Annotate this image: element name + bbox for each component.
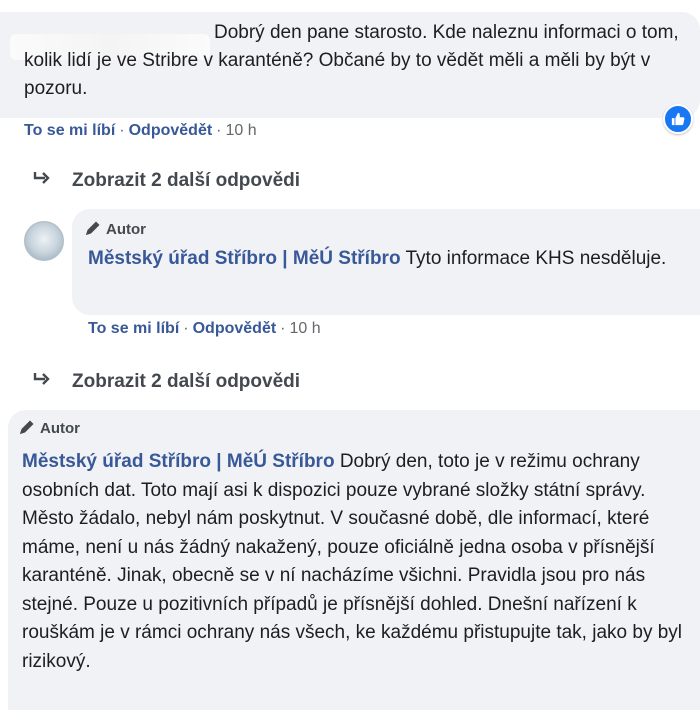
reply-bubble: Autor Městský úřad Stříbro | MěÚ Stříbro…: [72, 209, 700, 315]
pencil-icon: [86, 221, 100, 235]
reply-arrow-icon: [32, 170, 58, 192]
reply-text: Městský úřad Stříbro | MěÚ Stříbro Dobrý…: [22, 448, 690, 676]
reply-text: Městský úřad Stříbro | MěÚ Stříbro Tyto …: [88, 245, 688, 273]
author-name[interactable]: Městský úřad Stříbro | MěÚ Stříbro: [22, 451, 335, 472]
view-more-replies-label[interactable]: Zobrazit 2 další odpovědi: [72, 371, 300, 392]
avatar[interactable]: [24, 221, 64, 261]
view-more-replies[interactable]: Zobrazit 2 další odpovědi: [32, 371, 300, 393]
comment-bubble: Dobrý den pane starosto. Kde naleznu inf…: [0, 12, 700, 118]
reply-actions: To se mi líbí · Odpovědět · 10 h: [88, 320, 321, 338]
pencil-icon: [20, 420, 34, 434]
reply-link[interactable]: Odpovědět: [193, 320, 277, 337]
author-badge: Autor: [18, 418, 80, 437]
separator: ·: [119, 122, 125, 139]
view-more-replies-label[interactable]: Zobrazit 2 další odpovědi: [72, 170, 300, 191]
separator: ·: [280, 320, 286, 337]
like-link[interactable]: To se mi líbí: [88, 320, 179, 337]
timestamp[interactable]: 10 h: [290, 320, 321, 337]
reply-arrow-icon: [32, 371, 58, 393]
reply-body: Dobrý den, toto je v režimu ochrany osob…: [22, 451, 683, 672]
comment-actions: To se mi líbí · Odpovědět · 10 h: [24, 122, 257, 140]
author-badge: Autor: [84, 219, 146, 238]
timestamp[interactable]: 10 h: [226, 122, 257, 139]
separator: ·: [183, 320, 189, 337]
thumbs-up-icon[interactable]: [663, 104, 693, 134]
reply-bubble: Autor Městský úřad Stříbro | MěÚ Stříbro…: [8, 410, 700, 710]
like-link[interactable]: To se mi líbí: [24, 122, 115, 139]
separator: ·: [216, 122, 222, 139]
comment-text: Dobrý den pane starosto. Kde naleznu inf…: [24, 22, 679, 99]
reply-link[interactable]: Odpovědět: [129, 122, 213, 139]
reply-body: Tyto informace KHS nesděluje.: [405, 248, 667, 269]
view-more-replies[interactable]: Zobrazit 2 další odpovědi: [32, 170, 300, 192]
author-name[interactable]: Městský úřad Stříbro | MěÚ Stříbro: [88, 248, 401, 269]
